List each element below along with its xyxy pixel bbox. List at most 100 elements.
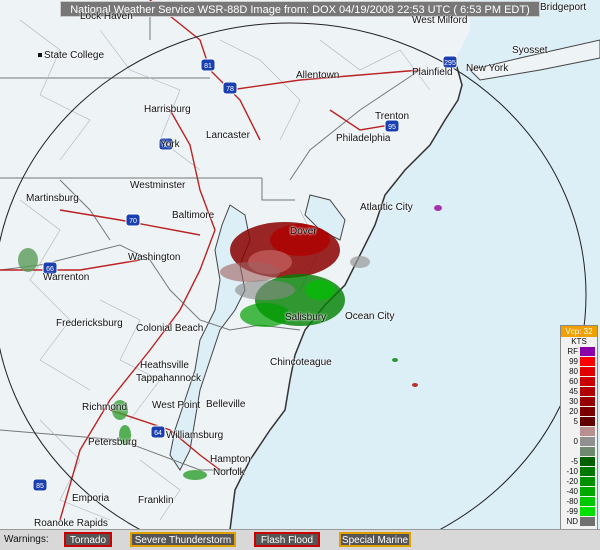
interstate-number: 85 [36,483,44,490]
legend-row: 45 [561,387,597,397]
legend-row: -10 [561,467,597,477]
legend-swatch [580,437,595,446]
city-name: Fredericksburg [56,318,123,329]
city-label: Dover [290,226,317,237]
city-name: Ocean City [345,311,395,322]
city-label: Syosset [512,45,548,56]
city-label: Franklin [138,495,174,506]
city-name: West Point [152,400,201,411]
tornado-warning-button[interactable]: Tornado [64,532,112,547]
velocity-legend: Vcp: 32 KTS RF 99 80 60 45 30 20 5 0 -5 -10 -20 -40-… [560,325,598,545]
legend-row: -20 [561,477,597,487]
city-name: York [160,139,180,150]
city-name: Atlantic City [360,202,413,213]
legend-value: 45 [569,387,578,396]
legend-value: -5 [570,457,578,466]
legend-value: -80 [566,497,578,506]
legend-value: 80 [569,367,578,376]
legend-row: 5 [561,417,597,427]
city-name: Harrisburg [144,104,191,115]
warnings-bar: Warnings: Tornado Severe Thunderstorm Fl… [0,529,600,550]
city-name: Petersburg [88,437,137,448]
city-name: Baltimore [172,210,215,221]
city-name: Roanoke Rapids [34,518,108,529]
legend-row: 60 [561,377,597,387]
city-label: Lock Haven [80,11,133,22]
legend-scale: RF 99 80 60 45 30 20 5 0 -5 -10 -20 -40 -80 -99 ND [561,347,597,527]
city-name: Trenton [375,111,410,122]
legend-value: 99 [569,357,578,366]
interstate-number: 64 [154,430,162,437]
city-label: Hampton [210,454,251,465]
city-name: Williamsburg [166,430,224,441]
legend-row: 0 [561,437,597,447]
city-name: Martinsburg [26,193,79,204]
city-label: Baltimore [172,210,214,221]
interstate-number: 95 [388,124,396,131]
city-name: Lancaster [206,130,250,141]
city-label: Fredericksburg [56,318,123,329]
severe-thunderstorm-warning-button[interactable]: Severe Thunderstorm [130,532,236,547]
legend-swatch [580,477,595,486]
legend-row: RF [561,347,597,357]
city-name: Salisbury [285,312,327,323]
city-label: Atlantic City [360,202,413,213]
city-label: Salisbury [285,312,326,323]
legend-swatch [580,407,595,416]
legend-value: -20 [566,477,578,486]
city-label: Warrenton [43,272,89,283]
city-name: Chincoteague [270,357,332,368]
city-name: Richmond [82,402,128,413]
city-name: Plainfield [412,67,453,78]
city-label: Norfolk [213,467,245,478]
city-name: Philadelphia [336,133,391,144]
legend-swatch [580,497,595,506]
legend-value: 5 [573,417,578,426]
flash-flood-warning-button[interactable]: Flash Flood [254,532,320,547]
legend-swatch [580,397,595,406]
city-label: Richmond [82,402,127,413]
city-name: Washington [128,252,181,263]
interstate-number: 295 [444,60,456,67]
legend-row: -99 [561,507,597,517]
legend-row: 20 [561,407,597,417]
city-name: Lock Haven [80,11,133,22]
legend-row: -40 [561,487,597,497]
city-label: West Milford [412,15,467,26]
city-name: New York [466,63,509,74]
interstate-shield-icon: 70 [125,213,141,227]
legend-value: -10 [566,467,578,476]
interstate-shield-icon: 78 [222,81,238,95]
legend-row: -5 [561,457,597,467]
city-name: Warrenton [43,272,90,283]
legend-value: RF [567,347,578,356]
city-name: Heathsville [140,360,189,371]
city-name: West Milford [412,15,468,26]
legend-row: -80 [561,497,597,507]
legend-swatch [580,357,595,366]
city-label: Philadelphia [336,133,391,144]
legend-swatch [580,387,595,396]
city-name: Belleville [206,399,246,410]
interstate-number: 81 [204,63,212,70]
legend-value: -40 [566,487,578,496]
city-label: Tappahannock [136,373,201,384]
city-name: Norfolk [213,467,245,478]
city-label: Lancaster [206,130,250,141]
city-name: Hampton [210,454,251,465]
legend-row [561,427,597,437]
legend-row [561,447,597,457]
legend-swatch [580,417,595,426]
city-label: Washington [128,252,180,263]
legend-value: 0 [573,437,578,446]
city-label: West Point [152,400,200,411]
legend-swatch [580,447,595,456]
special-marine-warning-button[interactable]: Special Marine [339,532,411,547]
city-name: Dover [290,226,317,237]
city-label: York [160,139,180,150]
interstate-number: 78 [226,86,234,93]
legend-value: 20 [569,407,578,416]
city-label: Westminster [130,180,185,191]
warnings-label: Warnings: [4,534,49,545]
city-label: Roanoke Rapids [34,518,108,529]
